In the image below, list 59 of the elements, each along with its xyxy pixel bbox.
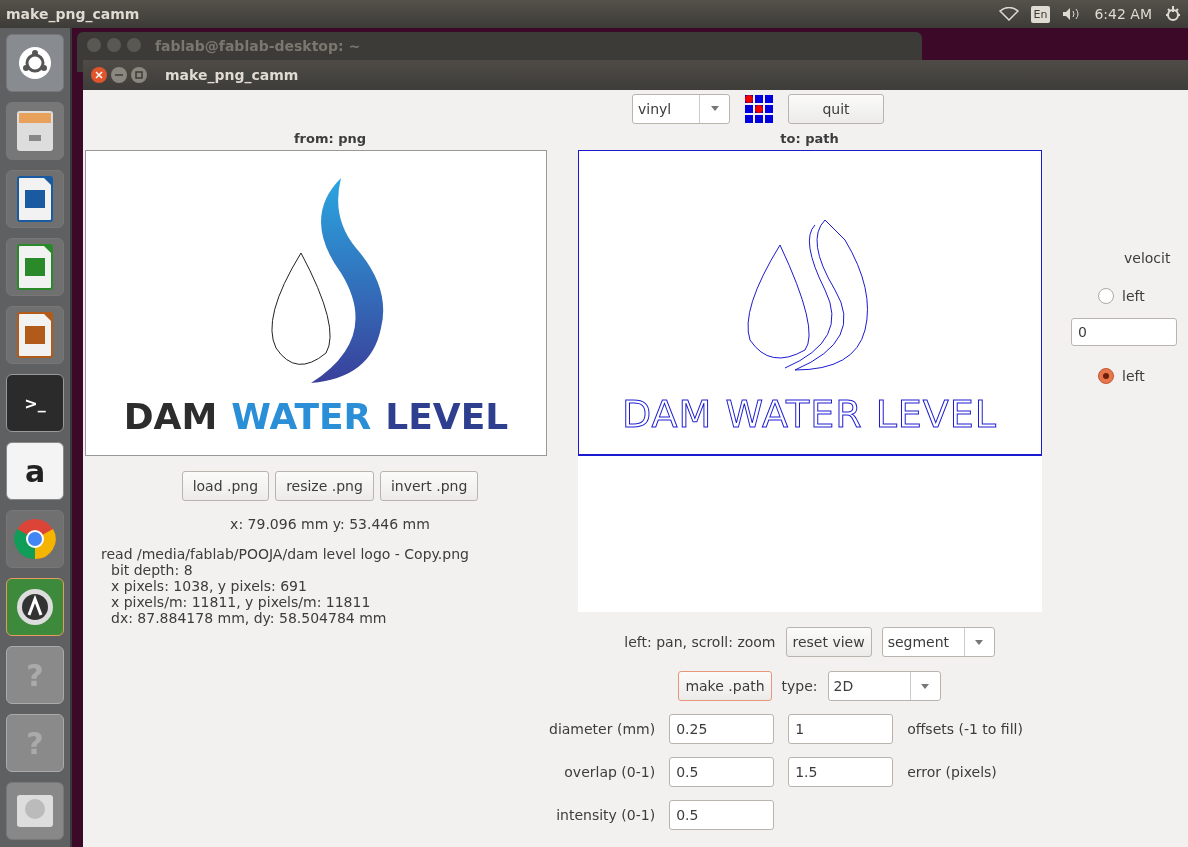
panel-heading: from: png [293,130,367,148]
input-field[interactable]: 0 [1071,318,1177,346]
dash-launcher-icon[interactable] [6,34,64,92]
document-icon[interactable] [6,170,64,228]
parameter-label: offsets (-1 to fill) [907,721,1023,737]
logo-word: DAM [123,396,218,437]
dropdown-arrow-icon [975,639,984,645]
machine-dropdown[interactable]: vinyl [632,93,730,124]
document-icon[interactable] [6,238,64,296]
parameter-field[interactable]: 0.25 [669,714,775,744]
parameter-label: overlap (0-1) [564,764,656,780]
keyboard-layout-indicator[interactable]: En [1030,5,1051,23]
parameter-field[interactable]: 0.5 [669,757,775,787]
radio-button[interactable] [1098,288,1114,304]
dropdown-arrow-icon [921,683,930,689]
radio-option[interactable]: left [1098,368,1145,384]
image-size: x: 79.096 mm y: 53.446 mm [230,516,430,532]
app-title: make_png_camm [6,6,141,22]
radio-button[interactable] [1098,368,1114,384]
terminal-icon[interactable]: >_ [6,374,64,432]
quit-button[interactable]: quit [788,93,884,124]
view-hint: left: pan, scroll: zoom [624,634,776,650]
parameter-field[interactable]: 1.5 [788,757,894,787]
velocity-label: velocit [1124,250,1171,266]
type-label: type: [781,678,818,694]
logo-word: WATER [231,396,372,437]
file-cabinet-icon[interactable] [6,102,64,160]
window-title: fablab@fablab-desktop: ~ [155,38,361,54]
type-dropdown[interactable]: 2D [827,671,941,701]
amazon-icon[interactable]: a [6,442,64,500]
drive-icon[interactable] [6,782,64,840]
grid-icon [744,93,774,124]
parameter-field[interactable]: 1 [788,714,894,744]
clock[interactable]: 6:42 AM [1094,6,1152,22]
parameter-label: diameter (mm) [549,721,656,737]
browser-icon[interactable] [6,510,64,568]
make-path-button[interactable]: make .path [678,671,772,701]
dropdown-arrow-icon [710,106,719,111]
logo-word: LEVEL [385,396,509,437]
settings-icon[interactable] [1164,5,1182,23]
panel-heading: to: path [780,130,839,148]
window-title: make_png_camm [165,67,299,83]
reset-view-button[interactable]: reset view [785,627,872,657]
parameter-label: error (pixels) [907,764,998,780]
path-outline-text: DAM WATER LEVEL [621,392,998,436]
parameter-field[interactable]: 0.5 [669,800,775,830]
maximize-icon[interactable] [131,67,147,83]
radio-option[interactable]: left [1098,288,1145,304]
document-icon[interactable] [6,306,64,364]
wifi-icon[interactable] [998,7,1019,21]
image-info: read /media/fablab/POOJA/dam level logo - Copy.png bit depth: 8 x pixels: 1038, y pixels: 691 x pixels/m: 11811, y pixels/m: 11811 dx: 87.884178 mm, dy: 58.504784 mm [101,546,469,626]
software-updater-icon[interactable] [6,578,64,636]
image-button[interactable]: resize .png [275,471,374,501]
image-button[interactable]: load .png [181,471,270,501]
close-icon[interactable] [91,67,107,83]
display-dropdown[interactable]: segment [881,627,995,657]
path-canvas[interactable]: DAM WATER LEVEL [577,150,1042,612]
parameter-label: intensity (0-1) [556,807,656,823]
image-button[interactable]: invert .png [379,471,479,501]
